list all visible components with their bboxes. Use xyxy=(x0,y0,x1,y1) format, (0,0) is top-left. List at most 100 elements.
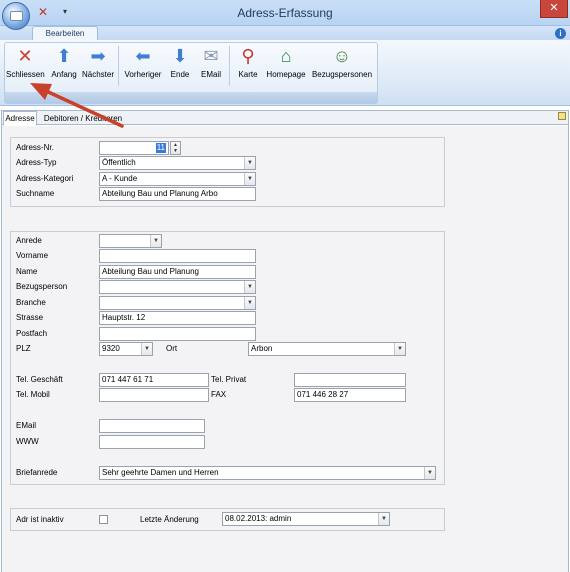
help-icon[interactable]: i xyxy=(555,28,566,39)
home-icon: ⌂ xyxy=(280,46,292,66)
plz-dropdown[interactable]: 9320 ▼ xyxy=(99,342,153,356)
homepage-label: Homepage xyxy=(266,70,306,79)
arrow-up-icon: ⬆ xyxy=(56,46,72,66)
bezugsperson-label: Bezugsperson xyxy=(16,282,68,291)
vorname-label: Vorname xyxy=(16,251,49,260)
letzte-aenderung-value: 08.02.2013: admin xyxy=(225,514,292,523)
briefanrede-label: Briefanrede xyxy=(16,468,58,477)
email-button[interactable]: ✉ EMail xyxy=(197,44,225,88)
adress-kategori-value: A - Kunde xyxy=(102,174,138,183)
envelope-icon: ✉ xyxy=(203,46,219,66)
ribbon-group-footer xyxy=(5,92,377,103)
tel-privat-field[interactable] xyxy=(294,373,406,387)
window-title: Adress-Erfassung xyxy=(237,6,333,20)
tel-mobil-label: Tel. Mobil xyxy=(16,390,50,399)
schliessen-label: Schliessen xyxy=(6,70,45,79)
homepage-button[interactable]: ⌂ Homepage xyxy=(264,44,308,88)
name-field[interactable]: Abteilung Bau und Planung xyxy=(99,265,256,279)
inaktiv-checkbox[interactable] xyxy=(99,515,108,524)
ribbon-tab-bearbeiten[interactable]: Bearbeiten xyxy=(32,26,98,41)
ort-dropdown[interactable]: Arbon ▼ xyxy=(248,342,406,356)
anfang-button[interactable]: ⬆ Anfang xyxy=(49,44,79,88)
bezugsperson-dropdown[interactable]: ▼ xyxy=(99,280,256,294)
tel-geschaeft-field[interactable]: 071 447 61 71 xyxy=(99,373,209,387)
karte-label: Karte xyxy=(238,70,258,79)
anrede-dropdown[interactable]: ▼ xyxy=(99,234,162,248)
application-icon xyxy=(10,11,23,21)
tel-privat-label: Tel. Privat xyxy=(211,375,247,384)
app-menu-button[interactable] xyxy=(2,2,30,30)
arrow-down-icon: ⬇ xyxy=(172,46,188,66)
name-label: Name xyxy=(16,267,38,276)
postfach-label: Postfach xyxy=(16,329,48,338)
naechster-label: Nächster xyxy=(81,70,114,79)
tab-adresse[interactable]: Adresse xyxy=(3,111,37,126)
adress-nr-spinner[interactable]: ▲ ▼ xyxy=(170,141,181,155)
chevron-down-icon[interactable]: ▼ xyxy=(244,297,255,309)
schliessen-button[interactable]: ✕ Schliessen xyxy=(6,44,45,88)
chevron-down-icon[interactable]: ▼ xyxy=(244,173,255,185)
chevron-down-icon[interactable]: ▼ xyxy=(244,281,255,293)
ende-label: Ende xyxy=(170,70,190,79)
ort-value: Arbon xyxy=(251,344,273,353)
quickaccess-close-icon[interactable]: ✕ xyxy=(36,6,50,18)
people-icon: ☺ xyxy=(332,46,352,66)
anrede-label: Anrede xyxy=(16,236,42,245)
karte-button[interactable]: ⚲ Karte xyxy=(234,44,262,88)
bezugspersonen-label: Bezugspersonen xyxy=(311,70,373,79)
letzte-aenderung-label: Letzte Änderung xyxy=(140,515,199,524)
fax-field[interactable]: 071 446 28 27 xyxy=(294,388,406,402)
adress-typ-dropdown[interactable]: Öffentlich ▼ xyxy=(99,156,256,170)
quickaccess-dropdown-icon[interactable]: ▾ xyxy=(60,6,70,18)
chevron-down-icon[interactable]: ▼ xyxy=(141,343,152,355)
postfach-field[interactable] xyxy=(99,327,256,341)
vorname-field[interactable] xyxy=(99,249,256,263)
vorheriger-label: Vorheriger xyxy=(124,70,162,79)
map-pin-icon: ⚲ xyxy=(241,46,255,66)
pin-icon[interactable] xyxy=(558,112,566,120)
window-close-button[interactable]: ✕ xyxy=(540,0,568,18)
tel-mobil-field[interactable] xyxy=(99,388,209,402)
chevron-down-icon[interactable]: ▼ xyxy=(394,343,405,355)
ribbon-separator xyxy=(229,46,230,86)
arrow-left-icon: ⬅ xyxy=(135,46,151,66)
adress-kategori-label: Adress-Kategori xyxy=(16,174,74,183)
chevron-down-icon[interactable]: ▼ xyxy=(424,467,435,479)
tab-debitoren-kreditoren[interactable]: Debitoren / Kreditoren xyxy=(40,112,126,125)
suchname-label: Suchname xyxy=(16,189,55,198)
strasse-field[interactable]: Hauptstr. 12 xyxy=(99,311,256,325)
ort-label: Ort xyxy=(166,344,178,353)
briefanrede-dropdown[interactable]: Sehr geehrte Damen und Herren ▼ xyxy=(99,466,436,480)
tel-geschaeft-label: Tel. Geschäft xyxy=(16,375,63,384)
adress-typ-label: Adress-Typ xyxy=(16,158,57,167)
email-label-field: EMail xyxy=(16,421,37,430)
suchname-field[interactable]: Abteilung Bau und Planung Arbo xyxy=(99,187,256,201)
adress-nr-label: Adress-Nr. xyxy=(16,143,54,152)
email-field[interactable] xyxy=(99,419,205,433)
chevron-down-icon[interactable]: ▼ xyxy=(150,235,161,247)
bezugspersonen-button[interactable]: ☺ Bezugspersonen xyxy=(310,44,374,88)
naechster-button[interactable]: ➡ Nächster xyxy=(81,44,115,88)
www-label: WWW xyxy=(16,437,39,446)
briefanrede-value: Sehr geehrte Damen und Herren xyxy=(102,468,219,477)
adress-typ-value: Öffentlich xyxy=(102,158,136,167)
anfang-label: Anfang xyxy=(51,70,77,79)
plz-label: PLZ xyxy=(16,344,31,353)
strasse-label: Strasse xyxy=(16,313,44,322)
ribbon-separator xyxy=(118,46,119,86)
adress-nr-field[interactable]: 11 xyxy=(99,141,169,155)
chevron-down-icon[interactable]: ▼ xyxy=(378,513,389,525)
branche-label: Branche xyxy=(16,298,46,307)
chevron-down-icon[interactable]: ▼ xyxy=(244,157,255,169)
arrow-right-icon: ➡ xyxy=(90,46,106,66)
letzte-aenderung-dropdown[interactable]: 08.02.2013: admin ▼ xyxy=(222,512,390,526)
branche-dropdown[interactable]: ▼ xyxy=(99,296,256,310)
plz-value: 9320 xyxy=(102,344,120,353)
fax-label: FAX xyxy=(211,390,227,399)
inaktiv-label: Adr ist inaktiv xyxy=(16,515,64,524)
email-label: EMail xyxy=(200,70,221,79)
www-field[interactable] xyxy=(99,435,205,449)
adress-kategori-dropdown[interactable]: A - Kunde ▼ xyxy=(99,172,256,186)
vorheriger-button[interactable]: ⬅ Vorheriger xyxy=(122,44,164,88)
ende-button[interactable]: ⬇ Ende xyxy=(167,44,193,88)
